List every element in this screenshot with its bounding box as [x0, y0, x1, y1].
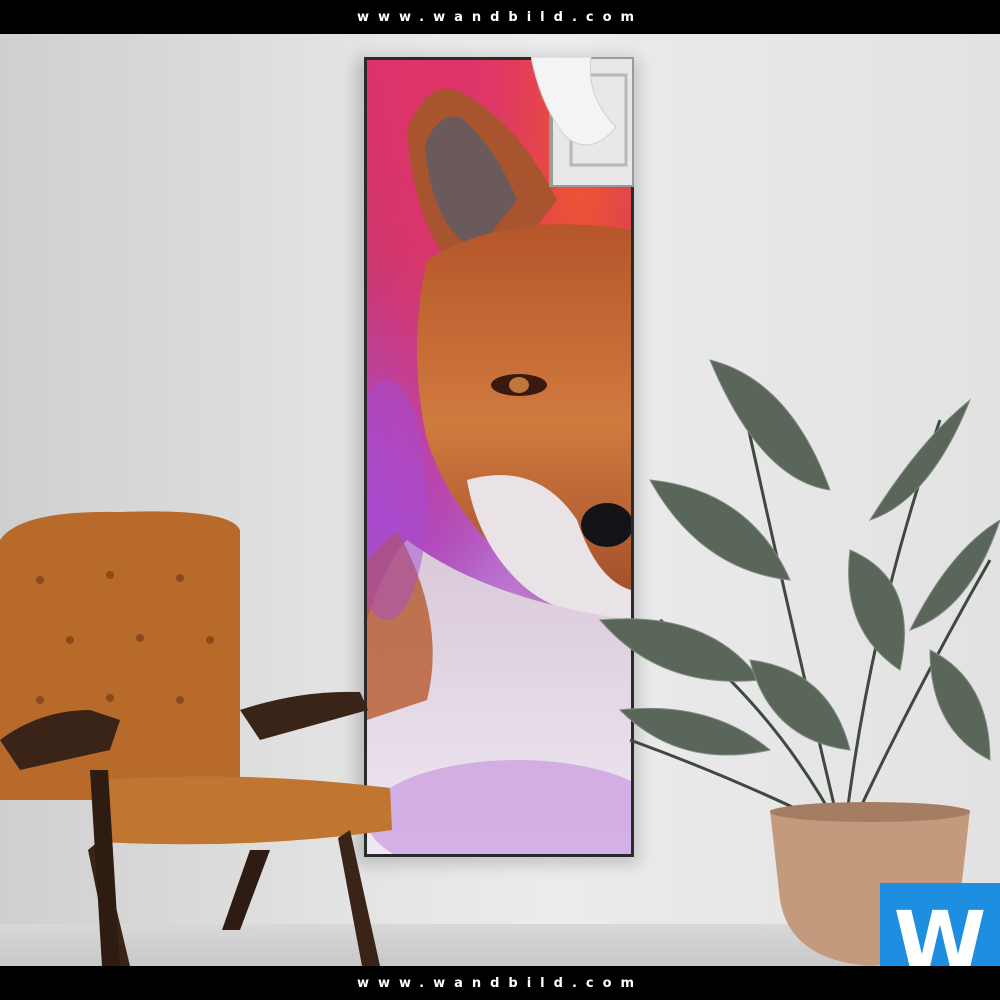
top-url-bar: www.wandbild.com — [0, 0, 1000, 34]
potted-plant — [598, 359, 1000, 966]
bottom-url-bar: www.wandbild.com — [0, 966, 1000, 1000]
peeled-corner — [531, 57, 634, 187]
armchair — [0, 511, 392, 966]
bottom-url-text: www.wandbild.com — [356, 975, 644, 991]
top-url-text: www.wandbild.com — [356, 9, 644, 25]
